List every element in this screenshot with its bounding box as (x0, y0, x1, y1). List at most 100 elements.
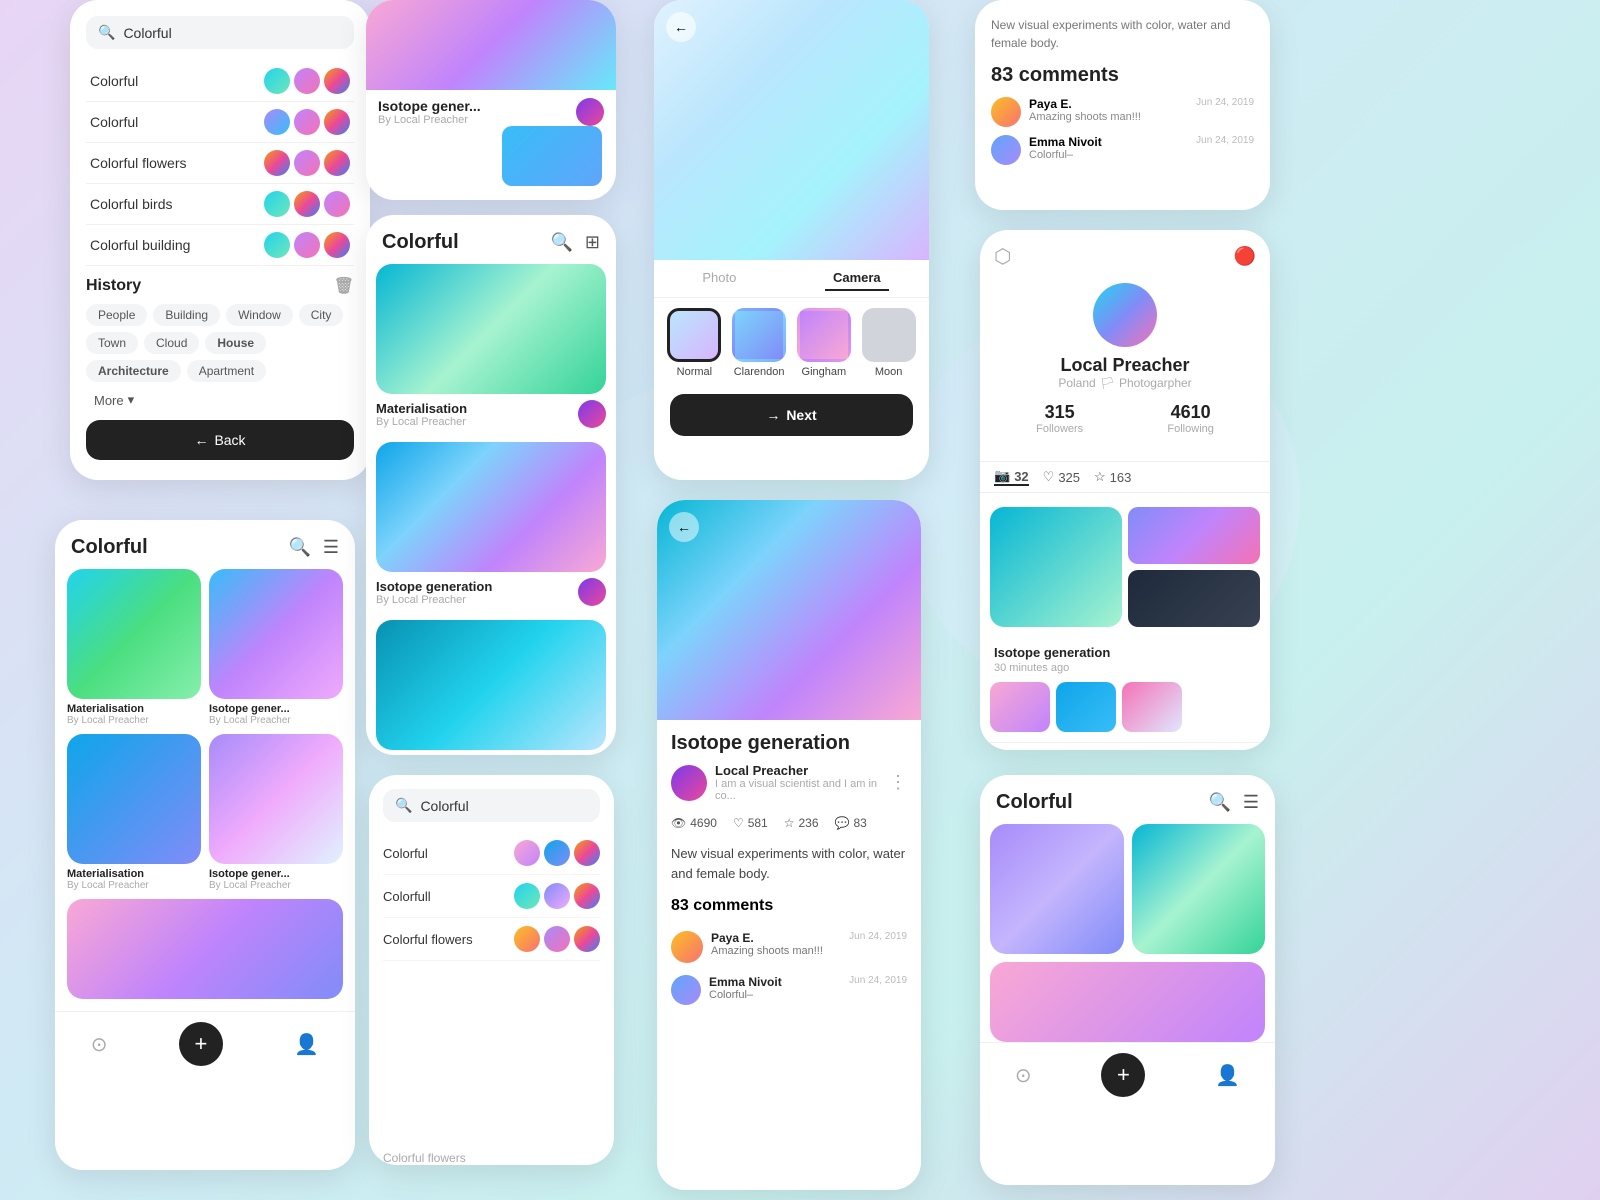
home-icon[interactable]: ⊙ (1015, 1063, 1032, 1088)
tag-town[interactable]: Town (86, 332, 138, 354)
thumb (324, 68, 350, 94)
filter-moon[interactable]: Moon (862, 308, 916, 378)
detail-description: New visual experiments with color, water… (657, 836, 921, 891)
top-feed-card: Isotope gener... By Local Preacher ⊙ + 👤 (366, 0, 616, 200)
profile-icon[interactable]: 👤 (294, 1032, 319, 1057)
followers-stat: 315 Followers (1036, 402, 1083, 435)
filter-gingham[interactable]: Gingham (797, 308, 851, 378)
search-icon[interactable]: 🔍 (550, 232, 572, 253)
delete-icon[interactable]: 🗑 (334, 276, 354, 296)
likes-engagement[interactable]: ♡ 325 (1043, 469, 1080, 485)
filter-label: Gingham (802, 366, 847, 378)
more-icon[interactable]: ⋮ (889, 772, 907, 793)
comments-count-label: 83 comments (991, 64, 1254, 87)
search-result-item[interactable]: Colorfull (383, 875, 600, 918)
post-detail-card: ← Isotope generation Local Preacher I am… (657, 500, 921, 1190)
tag-architecture[interactable]: Architecture (86, 360, 181, 382)
heart-icon: ♡ (1043, 469, 1055, 485)
likes-stat[interactable]: ♡ 581 (733, 816, 768, 830)
camera-filter-card: ← Photo Camera Normal Clarendon Gingham … (654, 0, 929, 480)
post-title: Isotope generation (376, 579, 492, 594)
photo-cell[interactable] (1128, 570, 1260, 627)
role-text: Photogarpher (1119, 376, 1192, 390)
tab-photo[interactable]: Photo (694, 266, 744, 291)
search-input[interactable] (123, 25, 342, 41)
tab-camera[interactable]: Camera (825, 266, 889, 291)
feed-item[interactable]: Materialisation By Local Preacher (67, 569, 201, 726)
search-bar[interactable]: 🔍 (383, 789, 600, 822)
filter-normal[interactable]: Normal (667, 308, 721, 378)
posts-engagement[interactable]: 📷 32 (994, 468, 1029, 486)
post-info: Materialisation By Local Preacher (376, 400, 606, 428)
stars-stat[interactable]: ☆ 236 (784, 816, 819, 830)
search-icon[interactable]: 🔍 (1208, 792, 1230, 813)
feed-item[interactable] (990, 824, 1124, 954)
tag-people[interactable]: People (86, 304, 147, 326)
next-button[interactable]: → Next (670, 394, 913, 436)
comments-stat[interactable]: 💬 83 (835, 816, 867, 830)
thumb-item[interactable] (990, 682, 1050, 732)
grid-icon[interactable]: ⊞ (585, 232, 600, 253)
list-item[interactable]: Colorful (86, 102, 354, 143)
feed-item[interactable]: Materialisation By Local Preacher (67, 734, 201, 891)
feed-item[interactable]: Isotope gener... By Local Preacher (209, 569, 343, 726)
tag-apartment[interactable]: Apartment (187, 360, 266, 382)
menu-icon[interactable]: ☰ (323, 537, 339, 558)
list-item[interactable]: Colorful flowers (86, 143, 354, 184)
engagement-row: 📷 32 ♡ 325 ☆ 163 (980, 461, 1270, 493)
feed-item[interactable]: Isotope gener... By Local Preacher (209, 734, 343, 891)
filter-label: Clarendon (734, 366, 785, 378)
comment-content: Emma Nivoit Colorful– (709, 975, 782, 1001)
search-result-item[interactable]: Colorful flowers (383, 918, 600, 961)
following-stat: 4610 Following (1167, 402, 1213, 435)
list-item[interactable]: Colorful building (86, 225, 354, 266)
add-button[interactable]: + (1101, 1053, 1145, 1097)
filter-label: Normal (677, 366, 712, 378)
thumb-item[interactable] (1122, 682, 1182, 732)
comment-text: Amazing shoots man!!! (711, 945, 823, 957)
thumb-item[interactable] (1056, 682, 1116, 732)
notification-icon[interactable]: 🔴 (1234, 246, 1256, 267)
post-avatar (578, 578, 606, 606)
feed-grid (980, 824, 1275, 1042)
menu-icon[interactable]: ☰ (1243, 792, 1259, 813)
add-button[interactable]: + (179, 1022, 223, 1066)
stars-engagement[interactable]: ☆ 163 (1094, 469, 1131, 485)
camera-image (654, 0, 929, 260)
post-item[interactable]: Isotope generation By Local Preacher (376, 442, 606, 606)
search-bar[interactable]: 🔍 (86, 16, 354, 49)
feed-item[interactable] (990, 962, 1265, 1042)
thumb (294, 232, 320, 258)
feed-item[interactable] (1132, 824, 1266, 954)
followers-label: Followers (1036, 423, 1083, 435)
filter-clarendon[interactable]: Clarendon (732, 308, 786, 378)
search-result-item[interactable]: Colorful (383, 832, 600, 875)
search-input[interactable] (420, 798, 588, 814)
list-item[interactable]: Colorful birds (86, 184, 354, 225)
back-button[interactable]: ← (669, 512, 699, 542)
tag-house[interactable]: House (205, 332, 266, 354)
tag-city[interactable]: City (299, 304, 344, 326)
post-item[interactable]: Materialisation By Local Preacher (376, 264, 606, 428)
more-button[interactable]: More ▾ (86, 390, 354, 410)
profile-icon[interactable]: 👤 (1215, 1063, 1240, 1088)
list-item[interactable]: Colorful (86, 61, 354, 102)
home-icon[interactable]: ⊙ (91, 1032, 108, 1057)
tag-building[interactable]: Building (153, 304, 220, 326)
likes-count: 325 (1058, 470, 1080, 485)
tag-window[interactable]: Window (226, 304, 293, 326)
feed-image (990, 962, 1265, 1042)
back-arrow-button[interactable]: ← (666, 12, 696, 42)
back-button[interactable]: ← Back (86, 420, 354, 460)
feed-by: By Local Preacher (67, 880, 201, 891)
thumb (264, 150, 290, 176)
post-item[interactable] (376, 620, 606, 750)
photo-cell-large[interactable] (990, 507, 1122, 627)
feed-item[interactable] (67, 899, 343, 999)
comment-text: Colorful– (709, 989, 782, 1001)
post-by: By Local Preacher (376, 594, 492, 606)
photo-cell[interactable] (1128, 507, 1260, 564)
user-name: Local Preacher (715, 763, 881, 778)
tag-cloud[interactable]: Cloud (144, 332, 199, 354)
search-icon[interactable]: 🔍 (288, 537, 310, 558)
